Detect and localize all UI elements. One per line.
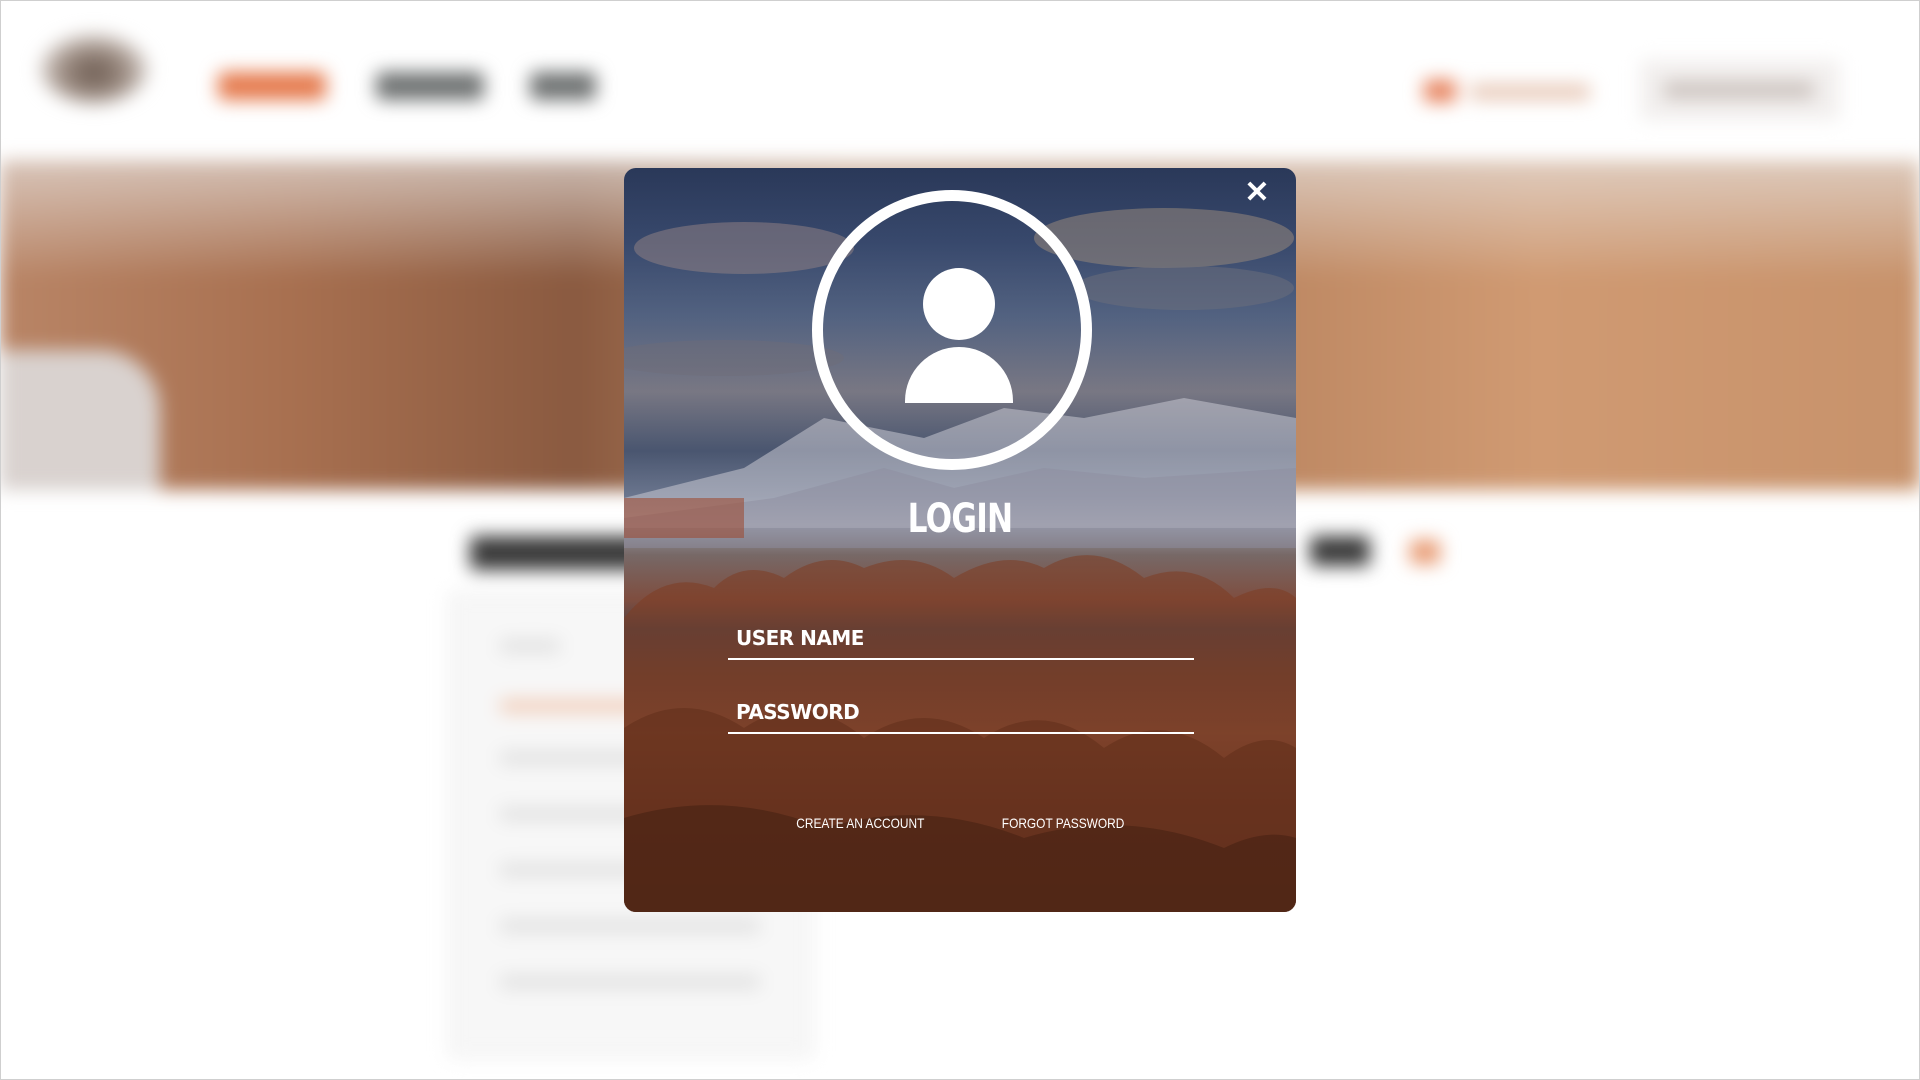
create-account-link[interactable]: CREATE AN ACCOUNT [796, 815, 924, 831]
language-flag-icon [1424, 80, 1456, 102]
avatar-body [905, 347, 1013, 403]
section-heading [470, 536, 650, 570]
username-field [728, 618, 1194, 660]
modal-links: CREATE AN ACCOUNT FORGOT PASSWORD [624, 815, 1296, 831]
close-button[interactable]: ✕ [1242, 178, 1272, 208]
password-input[interactable] [728, 692, 1194, 732]
username-input[interactable] [728, 618, 1194, 658]
section-badge [1410, 540, 1440, 564]
login-modal: ✕ LOGIN CREATE AN ACCOUNT FORGOT PASSWOR… [624, 168, 1296, 912]
nav-item [530, 72, 596, 100]
user-avatar-icon [812, 190, 1092, 470]
header-action-button [1640, 60, 1840, 120]
card-line [500, 976, 760, 988]
close-icon: ✕ [1244, 176, 1270, 209]
nav-item [376, 72, 484, 100]
login-title: LOGIN [907, 496, 1014, 542]
card-line [500, 920, 760, 932]
password-field [728, 692, 1194, 734]
section-heading-secondary [1310, 536, 1370, 566]
forgot-password-link[interactable]: FORGOT PASSWORD [1002, 815, 1125, 831]
site-logo [40, 34, 148, 104]
avatar-head [923, 268, 995, 340]
card-line [500, 640, 560, 652]
nav-item-active [218, 72, 326, 100]
language-selector [1470, 84, 1590, 100]
